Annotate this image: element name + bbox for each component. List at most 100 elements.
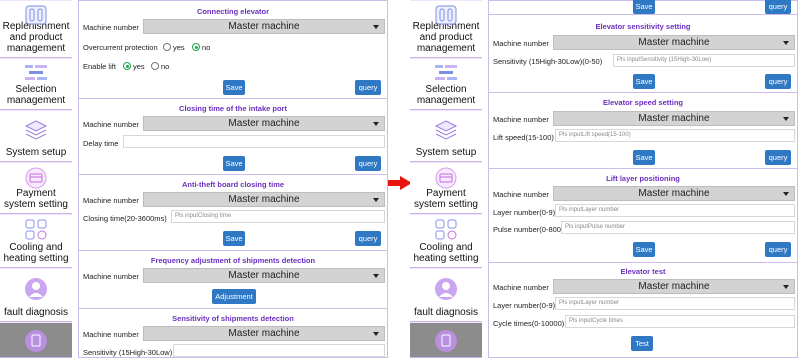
select-value: Master machine [228, 21, 300, 32]
machine-number-select[interactable]: Master machine [553, 279, 795, 294]
sensitivity-input[interactable] [173, 344, 385, 357]
document-icon [434, 329, 458, 358]
query-button[interactable]: query [355, 156, 381, 171]
overcurrent-no-radio[interactable] [192, 43, 200, 51]
layers-icon [24, 119, 48, 146]
intake-port-section: Closing time of the intake port Machine … [79, 99, 387, 175]
enable-lift-yes-radio[interactable] [123, 62, 131, 70]
query-button[interactable]: query [765, 74, 791, 89]
settings-panel: Connecting elevator Machine number Maste… [78, 0, 388, 358]
sidebar-item-payment[interactable]: Payment system setting [0, 162, 72, 214]
machine-number-select[interactable]: Master machine [143, 326, 385, 341]
sensitivity-label: Sensitivity (15High-30Low)(0-50) [493, 57, 603, 66]
layer-number-input[interactable]: Pls inputLayer number [555, 297, 795, 310]
select-value: Master machine [228, 270, 300, 281]
save-button[interactable]: Save [633, 242, 655, 257]
sidebar-item-fault-diagnosis[interactable]: fault diagnosis [410, 268, 482, 322]
sidebar: Replenishment and product management Sel… [0, 0, 72, 358]
machine-number-label: Machine number [493, 190, 549, 199]
enable-lift-no-radio[interactable] [151, 62, 159, 70]
closing-time-label: Closing time(20-3600ms) [83, 214, 167, 223]
sidebar-item-system-setup[interactable]: System setup [0, 110, 72, 162]
sidebar-item-fault-diagnosis[interactable]: fault diagnosis [0, 268, 72, 322]
grid-gear-icon [434, 219, 458, 246]
sidebar-item-selection[interactable]: Selection management [410, 58, 482, 110]
sidebar-item-replenishment[interactable]: Replenishment and product management [0, 0, 72, 58]
elevator-sensitivity-section: Elevator sensitivity setting Machine num… [489, 15, 797, 93]
top-actions: Save query [489, 0, 797, 15]
chevron-down-icon [783, 41, 789, 45]
product-icon [435, 5, 457, 30]
radio-label: yes [173, 43, 185, 52]
save-button[interactable]: Save [633, 0, 655, 14]
elevator-speed-section: Elevator speed setting Machine number Ma… [489, 93, 797, 169]
save-button[interactable]: Save [223, 156, 245, 171]
machine-number-select[interactable]: Master machine [143, 268, 385, 283]
query-button[interactable]: query [765, 0, 791, 14]
sidebar-item-label: System setup [415, 147, 477, 158]
selection-icon [433, 63, 459, 88]
machine-number-select[interactable]: Master machine [143, 192, 385, 207]
query-button[interactable]: query [355, 231, 381, 246]
comparison-screenshot: Replenishment and product management Sel… [0, 0, 800, 358]
card-icon [434, 167, 458, 194]
chevron-down-icon [783, 192, 789, 196]
section-title: Elevator speed setting [602, 98, 684, 107]
select-value: Master machine [638, 188, 710, 199]
save-button[interactable]: Save [223, 80, 245, 95]
sidebar-item-cooling-heating[interactable]: Cooling and heating setting [410, 214, 482, 268]
machine-number-select[interactable]: Master machine [553, 35, 795, 50]
query-button[interactable]: query [355, 80, 381, 95]
sidebar-item-replenishment[interactable]: Replenishment and product management [410, 0, 482, 58]
overcurrent-yes-radio[interactable] [163, 43, 171, 51]
delay-time-input[interactable] [123, 135, 385, 148]
cycle-times-input[interactable]: Pls inputCycle times [565, 315, 795, 328]
machine-number-select[interactable]: Master machine [143, 19, 385, 34]
sidebar-item-selected[interactable] [0, 322, 72, 358]
sidebar-item-selected[interactable] [410, 322, 482, 358]
section-title: Anti-theft board closing time [181, 180, 285, 189]
machine-number-select[interactable]: Master machine [143, 116, 385, 131]
sidebar-item-selection[interactable]: Selection management [0, 58, 72, 110]
pulse-number-input[interactable]: Pls inputPulse number [561, 221, 795, 234]
section-title: Elevator sensitivity setting [595, 22, 691, 31]
radio-label: no [202, 43, 211, 52]
person-icon [24, 277, 48, 306]
select-value: Master machine [638, 37, 710, 48]
overcurrent-label: Overcurrent protection [83, 43, 158, 52]
save-button[interactable]: Save [633, 74, 655, 89]
select-value: Master machine [228, 328, 300, 339]
query-button[interactable]: query [765, 150, 791, 165]
sensitivity-input[interactable]: Pls inputSensitivity (15High-30Low) [613, 54, 795, 67]
machine-number-select[interactable]: Master machine [553, 111, 795, 126]
sidebar-item-system-setup[interactable]: System setup [410, 110, 482, 162]
layer-number-input[interactable]: Pls inputLayer number [555, 204, 795, 217]
sidebar-item-label: fault diagnosis [4, 307, 68, 318]
test-button[interactable]: Test [631, 336, 653, 351]
adjustment-button[interactable]: Adjustment [212, 289, 256, 304]
machine-number-label: Machine number [83, 272, 139, 281]
section-title: Closing time of the intake port [179, 104, 287, 113]
query-button[interactable]: query [765, 242, 791, 257]
document-icon [24, 329, 48, 358]
machine-number-select[interactable]: Master machine [553, 186, 795, 201]
cycle-times-label: Cycle times(0-10000) [493, 319, 565, 328]
save-button[interactable]: Save [223, 231, 245, 246]
chevron-down-icon [373, 25, 379, 29]
sidebar-item-cooling-heating[interactable]: Cooling and heating setting [0, 214, 72, 268]
machine-number-label: Machine number [83, 23, 139, 32]
machine-number-label: Machine number [493, 115, 549, 124]
sidebar-item-payment[interactable]: Payment system setting [410, 162, 482, 214]
connecting-elevator-section: Connecting elevator Machine number Maste… [79, 1, 387, 99]
settings-panel: Save query Elevator sensitivity setting … [488, 0, 798, 358]
section-title: Connecting elevator [196, 7, 270, 16]
enable-lift-label: Enable lift [83, 62, 116, 71]
grid-gear-icon [24, 219, 48, 246]
frequency-adjustment-section: Frequency adjustment of shipments detect… [79, 251, 387, 309]
card-icon [24, 167, 48, 194]
closing-time-input[interactable]: Pls inputClosing time [171, 210, 385, 223]
lift-speed-input[interactable]: Pls inputLift speed(15-100) [555, 129, 795, 142]
sidebar: Replenishment and product management Sel… [410, 0, 482, 358]
save-button[interactable]: Save [633, 150, 655, 165]
right-screen: Replenishment and product management Sel… [410, 0, 800, 358]
